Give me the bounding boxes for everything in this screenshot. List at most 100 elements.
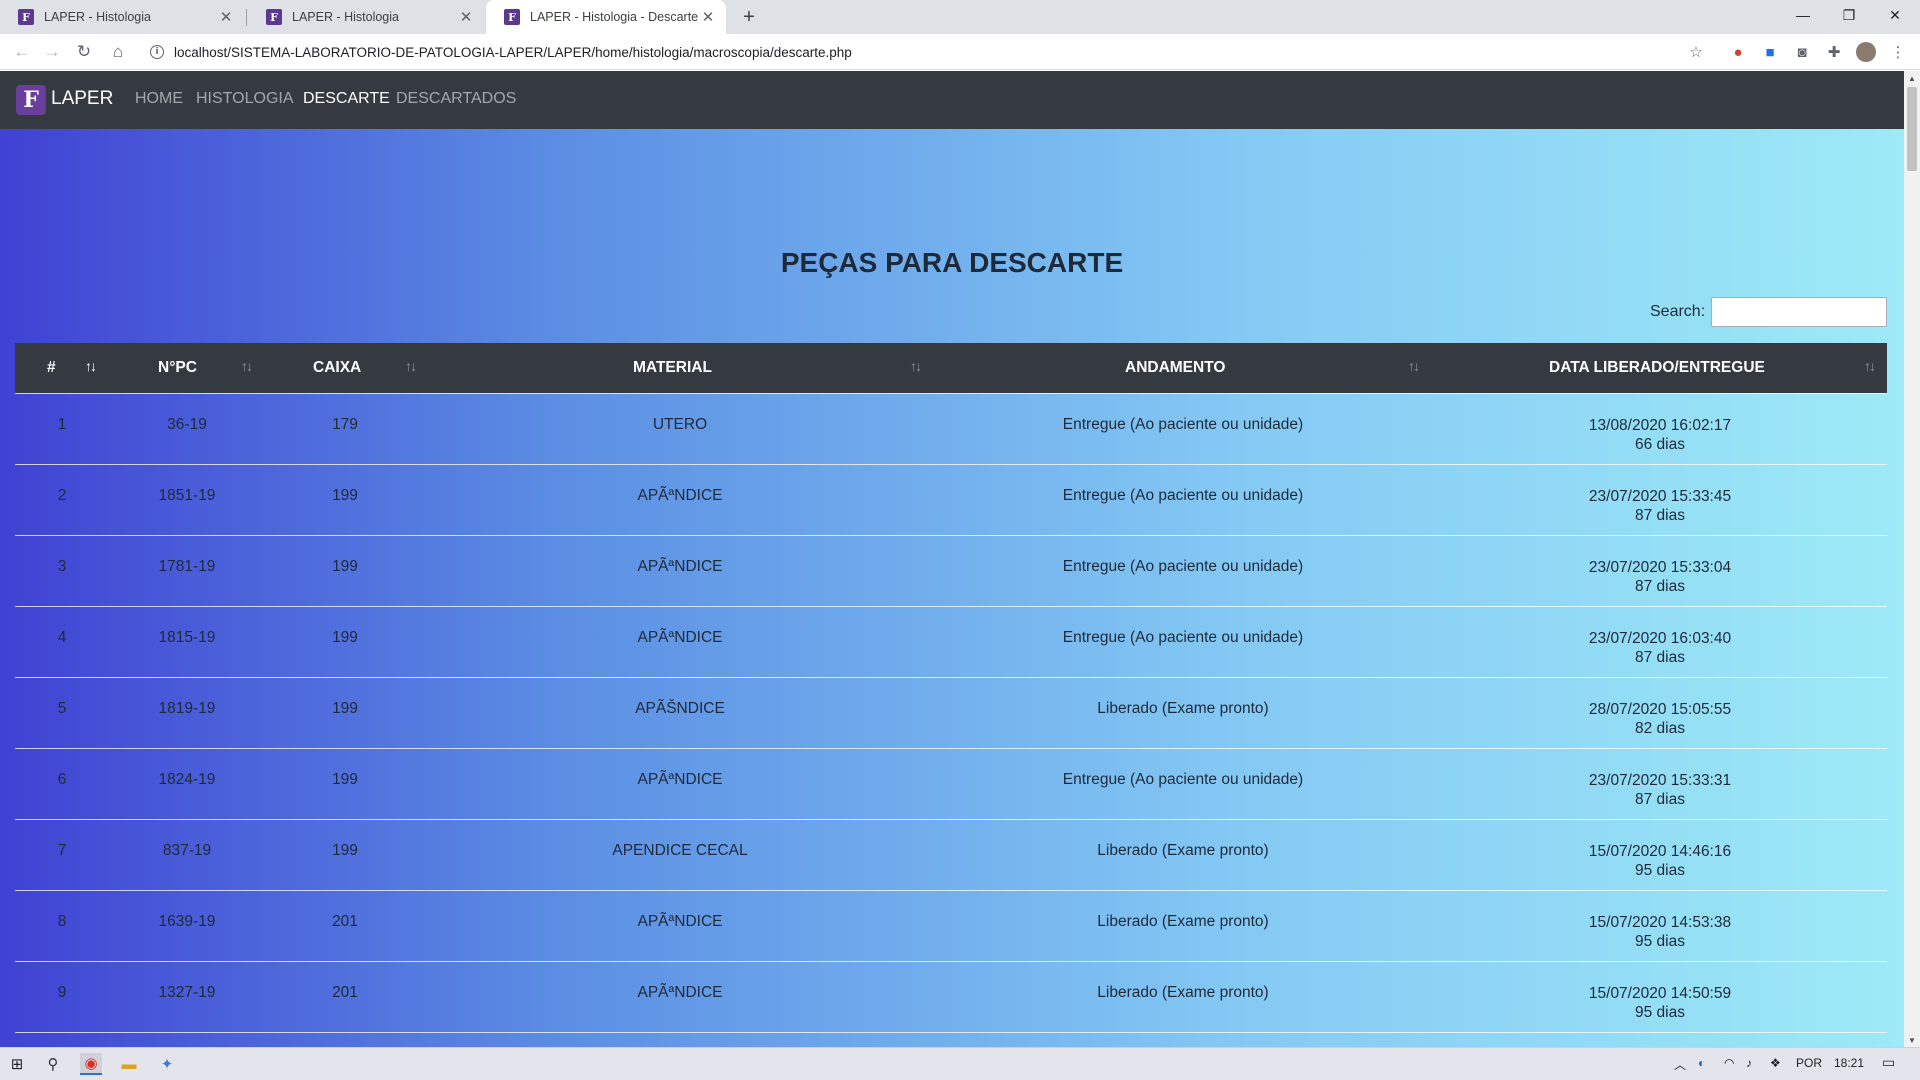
table-row[interactable]: 3 1781-19 199 APÃªNDICE Entregue (Ao pacient… [15,535,1887,606]
days-text: 87 dias [1635,649,1685,666]
back-arrow-icon[interactable]: ← [10,40,34,64]
file-explorer-icon[interactable]: ▬ [118,1053,140,1075]
cell-andamento: Entregue (Ao paciente ou unidade) [1062,558,1304,575]
date-text: 15/07/2020 14:46:16 [1588,843,1732,860]
browser-tab-3-active[interactable]: F LAPER - Histologia - Descarte ✕ [486,0,726,34]
scroll-down-icon[interactable]: ▼ [1904,1033,1920,1047]
tab-divider [246,9,247,26]
tab-title: LAPER - Histologia - Descarte [530,10,698,24]
home-icon[interactable]: ⌂ [106,40,130,64]
table-row[interactable]: 101189-19201APÃªNDICELiberado (Exame pro… [15,1032,1887,1047]
table-row[interactable]: 6 1824-19 199 APÃªNDICE Entregue (Ao pacient… [15,748,1887,819]
nav-link-descartados[interactable]: DESCARTADOS [396,90,516,108]
table-row[interactable]: 1 36-19 179 UTERO Entregue (Ao paciente ou u… [15,393,1887,464]
notification-icon[interactable]: ▭ [1882,1054,1895,1071]
reload-icon[interactable]: ↻ [72,40,96,64]
nav-link-home[interactable]: HOME [135,90,183,108]
close-tab-icon[interactable]: ✕ [698,7,718,27]
date-text: 23/07/2020 16:03:40 [1588,630,1732,647]
sort-arrows-icon[interactable]: ↑↓ [910,358,922,374]
table-row[interactable]: 8 1639-19 201 APÃªNDICE Liberado (Exame pron… [15,890,1887,961]
days-text: 82 dias [1635,720,1685,737]
restore-button[interactable]: ❐ [1826,0,1872,30]
start-windows-icon[interactable]: ⊞ [6,1053,28,1075]
color-extension-icon[interactable]: ● [1728,42,1748,62]
laper-logo-icon[interactable]: F [16,85,46,115]
site-info-icon[interactable]: i [150,45,164,59]
cell-data: 23/07/2020 16:03:40 87 dias [1460,629,1860,667]
browser-tab-2[interactable]: F LAPER - Histologia ✕ [248,0,484,34]
clock[interactable]: 18:21 [1834,1056,1864,1070]
column-header-caixa[interactable]: CAIXA [313,343,361,393]
address-bar[interactable]: localhost/SISTEMA-LABORATORIO-DE-PATOLOG… [174,34,852,70]
extensions-puzzle-icon[interactable]: ✚ [1824,42,1844,62]
favicon-icon: F [504,9,520,25]
browser-tab-1[interactable]: F LAPER - Histologia ✕ [0,0,244,34]
camera-extension-icon[interactable]: ◙ [1792,42,1812,62]
nav-link-histologia[interactable]: HISTOLOGIA [196,90,294,108]
favicon-icon: F [18,9,34,25]
cell-andamento: Liberado (Exame pronto) [1097,984,1269,1001]
cell-data: 23/07/2020 15:33:04 87 dias [1460,558,1860,596]
column-header-andamento[interactable]: ANDAMENTO [1125,343,1225,393]
tab-title: LAPER - Histologia [44,10,151,24]
date-text: 13/08/2020 16:02:17 [1588,417,1732,434]
sort-arrows-icon[interactable]: ↑↓ [405,358,417,374]
wifi-icon[interactable]: ◠ [1724,1056,1734,1070]
cell-andamento: Entregue (Ao paciente ou unidade) [1062,416,1304,433]
profile-avatar[interactable] [1856,42,1876,62]
volume-icon[interactable]: ♪ [1746,1056,1752,1070]
language-indicator[interactable]: POR [1796,1056,1822,1070]
table-header: # ↑↓ N°PC ↑↓ CAIXA ↑↓ MATERIAL ↑↓ ANDAME… [15,343,1887,393]
table-row[interactable]: 2 1851-19 199 APÃªNDICE Entregue (Ao pacient… [15,464,1887,535]
app-taskbar-icon[interactable]: ✦ [156,1053,178,1075]
date-text: 23/07/2020 15:33:04 [1588,559,1732,576]
sort-arrows-icon[interactable]: ↑↓ [241,358,253,374]
scrollbar-thumb[interactable] [1907,87,1917,171]
chrome-taskbar-icon[interactable]: ◉ [80,1053,102,1075]
bookmark-star-icon[interactable]: ☆ [1686,42,1706,62]
column-header-data[interactable]: DATA LIBERADO/ENTREGUE [1549,343,1765,393]
minimize-button[interactable]: ― [1780,0,1826,30]
column-header-npc[interactable]: N°PC [158,343,197,393]
navbar-brand[interactable]: LAPER [51,88,113,110]
scroll-up-icon[interactable]: ▲ [1904,71,1920,85]
days-text: 87 dias [1635,507,1685,524]
forward-arrow-icon[interactable]: → [40,40,64,64]
table-row[interactable]: 5 1819-19 199 APÃŠNDICE Liberado (Exame pron… [15,677,1887,748]
date-text: 23/07/2020 15:33:45 [1588,488,1732,505]
search-input[interactable] [1711,297,1887,327]
page-scrollbar[interactable]: ▲ ▼ [1904,71,1920,1047]
column-header-material[interactable]: MATERIAL [633,343,712,393]
cell-andamento: Entregue (Ao paciente ou unidade) [1062,487,1304,504]
tray-chevron-icon[interactable]: ︿ [1674,1056,1686,1073]
new-tab-button[interactable]: + [736,4,762,30]
search-icon[interactable]: ⚲ [42,1053,64,1075]
cell-data: 23/07/2020 15:33:31 87 dias [1460,771,1860,809]
date-text: 15/07/2020 14:53:38 [1588,914,1732,931]
steam-tray-icon[interactable]: ◐ [1698,1056,1705,1070]
table-row[interactable]: 7 837-19 199 APENDICE CECAL Liberado (Exame … [15,819,1887,890]
table-row[interactable]: 4 1815-19 199 APÃªNDICE Entregue (Ao pacient… [15,606,1887,677]
cell-andamento: Entregue (Ao paciente ou unidade) [1062,629,1304,646]
close-window-button[interactable]: ✕ [1872,0,1918,30]
cell-andamento: Liberado (Exame pronto) [1097,913,1269,930]
date-text: 23/07/2020 15:33:31 [1588,772,1732,789]
sort-arrows-icon[interactable]: ↑↓ [1408,358,1420,374]
menu-kebab-icon[interactable]: ⋮ [1888,42,1908,62]
windows-taskbar: ⊞ ⚲ ◉ ▬ ✦ ︿ ◐ ◠ ♪ ❖ POR 18:21 ▭ [0,1047,1920,1080]
close-tab-icon[interactable]: ✕ [456,7,476,27]
column-header-number[interactable]: # [47,343,56,393]
sort-arrows-icon[interactable]: ↑↓ [1864,358,1876,374]
nav-link-descarte[interactable]: DESCARTE [303,90,390,108]
dropbox-icon[interactable]: ❖ [1770,1056,1781,1070]
close-tab-icon[interactable]: ✕ [216,7,236,27]
days-text: 95 dias [1635,933,1685,950]
tab-title: LAPER - Histologia [292,10,399,24]
favicon-icon: F [266,9,282,25]
sort-arrows-icon[interactable]: ↑↓ [85,358,97,374]
cell-data: 15/07/2020 14:53:38 95 dias [1460,913,1860,951]
translate-extension-icon[interactable]: ■ [1760,42,1780,62]
table-row[interactable]: 9 1327-19 201 APÃªNDICE Liberado (Exame pron… [15,961,1887,1032]
page-viewport: F LAPER HOME HISTOLOGIA DESCARTE DESCART… [0,71,1904,1047]
